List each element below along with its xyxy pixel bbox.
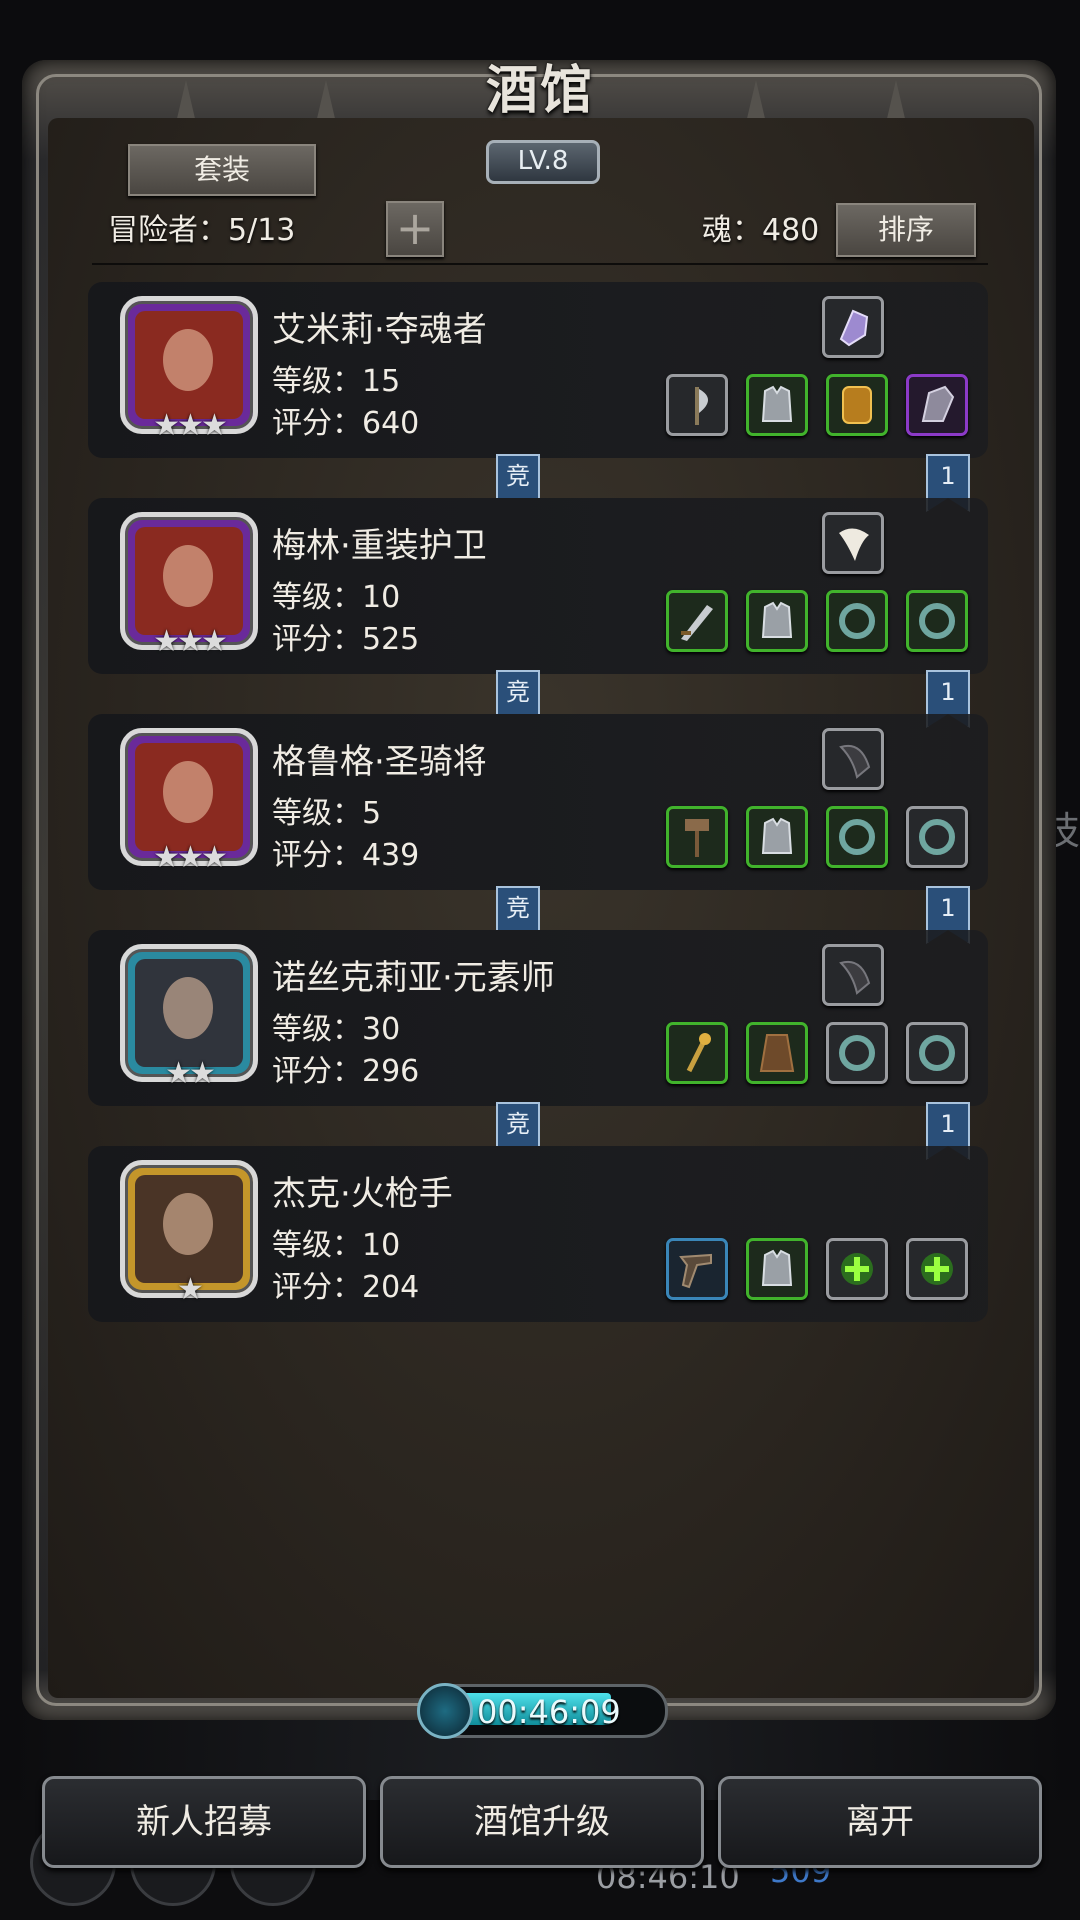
staff-icon bbox=[686, 1033, 711, 1073]
title-plate: 酒馆 bbox=[440, 48, 640, 140]
pistol-icon bbox=[679, 1253, 712, 1289]
accessory-slot[interactable] bbox=[822, 728, 884, 790]
hero-face bbox=[135, 527, 243, 635]
gear-slot[interactable] bbox=[906, 806, 968, 868]
ring-icon bbox=[839, 603, 875, 639]
star-rating: ★★★ bbox=[153, 408, 228, 443]
soul-count: 魂：480 bbox=[702, 213, 820, 248]
ring-icon bbox=[839, 1035, 875, 1071]
ring-icon bbox=[919, 1035, 955, 1071]
gauntlet-icon bbox=[921, 385, 955, 422]
set-button[interactable]: 套装 bbox=[128, 144, 316, 196]
claw-icon bbox=[839, 745, 871, 779]
hero-portrait[interactable]: ★★ bbox=[120, 944, 258, 1091]
plus-icon bbox=[921, 1253, 953, 1285]
claw-icon bbox=[839, 961, 871, 995]
sword-icon bbox=[681, 605, 713, 641]
crystal-icon bbox=[839, 309, 869, 347]
hero-name: 梅林·重装护卫 bbox=[272, 526, 487, 566]
gear-slot[interactable] bbox=[906, 374, 968, 436]
hero-face bbox=[135, 959, 243, 1067]
gear-slot[interactable] bbox=[746, 374, 808, 436]
armor-icon bbox=[761, 817, 793, 854]
star-rating: ★★★ bbox=[153, 624, 228, 659]
hero-face bbox=[135, 1175, 243, 1283]
hammer-icon bbox=[685, 819, 709, 857]
star-rating: ★★ bbox=[165, 1056, 216, 1091]
add-adventurer-button[interactable]: + bbox=[386, 201, 444, 257]
gear-slot[interactable] bbox=[746, 1238, 808, 1300]
hero-score: 评分：525 bbox=[272, 622, 420, 657]
gear-slot[interactable] bbox=[666, 1022, 728, 1084]
hero-card[interactable]: ★★★ 格鲁格·圣骑将等级：5 评分：439 bbox=[88, 714, 988, 890]
barrel-icon bbox=[842, 386, 872, 424]
accessory-slot[interactable] bbox=[822, 296, 884, 358]
robe-icon bbox=[759, 1034, 795, 1072]
fang-icon bbox=[839, 528, 869, 561]
hero-portrait[interactable]: ★★★ bbox=[120, 512, 258, 659]
adventurer-count: 冒险者：5/13 bbox=[108, 213, 296, 248]
hero-score: 评分：296 bbox=[272, 1054, 420, 1089]
recruit-button[interactable]: 新人招募 bbox=[42, 1776, 366, 1868]
hero-name: 杰克·火枪手 bbox=[272, 1174, 453, 1214]
gear-slot[interactable] bbox=[826, 806, 888, 868]
accessory-slot[interactable] bbox=[822, 944, 884, 1006]
divider bbox=[92, 263, 988, 265]
leave-button[interactable]: 离开 bbox=[718, 1776, 1042, 1868]
hero-face bbox=[135, 743, 243, 851]
upgrade-tavern-button[interactable]: 酒馆升级 bbox=[380, 1776, 704, 1868]
armor-icon bbox=[761, 601, 793, 638]
hero-name: 诺丝克莉亚·元素师 bbox=[272, 958, 555, 998]
gear-slot[interactable] bbox=[746, 806, 808, 868]
plus-icon bbox=[841, 1253, 873, 1285]
hero-score: 评分：204 bbox=[272, 1270, 420, 1305]
gear-slot[interactable] bbox=[826, 1238, 888, 1300]
level-badge: LV.8 bbox=[486, 140, 600, 184]
gear-slot[interactable] bbox=[906, 590, 968, 652]
accessory-slot[interactable] bbox=[822, 512, 884, 574]
hero-face bbox=[135, 311, 243, 419]
hero-level: 等级：10 bbox=[272, 580, 401, 615]
ring-icon bbox=[919, 819, 955, 855]
gear-slot[interactable] bbox=[746, 1022, 808, 1084]
sort-button[interactable]: 排序 bbox=[836, 203, 976, 257]
timer-text: 00:46:09 bbox=[477, 1693, 621, 1731]
hero-score: 评分：640 bbox=[272, 406, 420, 441]
hero-card[interactable]: ★ 杰克·火枪手等级：10 评分：204 bbox=[88, 1146, 988, 1322]
gear-slot[interactable] bbox=[906, 1022, 968, 1084]
gear-slot[interactable] bbox=[826, 590, 888, 652]
gear-slot[interactable] bbox=[666, 806, 728, 868]
armor-icon bbox=[761, 1249, 793, 1286]
hero-level: 等级：5 bbox=[272, 796, 382, 831]
hero-card[interactable]: ★★★ 艾米莉·夺魂者等级：15 评分：640 bbox=[88, 282, 988, 458]
hero-portrait[interactable]: ★★★ bbox=[120, 296, 258, 443]
gear-slot[interactable] bbox=[906, 1238, 968, 1300]
hero-portrait[interactable]: ★★★ bbox=[120, 728, 258, 875]
hero-portrait[interactable]: ★ bbox=[120, 1160, 258, 1307]
hero-score: 评分：439 bbox=[272, 838, 420, 873]
hero-name: 艾米莉·夺魂者 bbox=[272, 310, 487, 350]
axe-icon bbox=[695, 387, 708, 425]
timer: 00:46:09 bbox=[417, 1683, 668, 1739]
ring-icon bbox=[919, 603, 955, 639]
hero-card[interactable]: ★★ 诺丝克莉亚·元素师等级：30 评分：296 bbox=[88, 930, 988, 1106]
star-rating: ★ bbox=[177, 1272, 204, 1307]
hero-card[interactable]: ★★★ 梅林·重装护卫等级：10 评分：525 bbox=[88, 498, 988, 674]
gear-slot[interactable] bbox=[826, 1022, 888, 1084]
page-title: 酒馆 bbox=[485, 60, 594, 121]
ring-icon bbox=[839, 819, 875, 855]
hero-level: 等级：10 bbox=[272, 1228, 401, 1263]
gear-slot[interactable] bbox=[826, 374, 888, 436]
gear-slot[interactable] bbox=[666, 374, 728, 436]
star-rating: ★★★ bbox=[153, 840, 228, 875]
gear-slot[interactable] bbox=[666, 1238, 728, 1300]
armor-icon bbox=[761, 385, 793, 422]
hero-level: 等级：30 bbox=[272, 1012, 401, 1047]
hero-level: 等级：15 bbox=[272, 364, 401, 399]
gear-slot[interactable] bbox=[746, 590, 808, 652]
clock-icon bbox=[417, 1683, 473, 1739]
hero-name: 格鲁格·圣骑将 bbox=[272, 742, 487, 782]
gear-slot[interactable] bbox=[666, 590, 728, 652]
